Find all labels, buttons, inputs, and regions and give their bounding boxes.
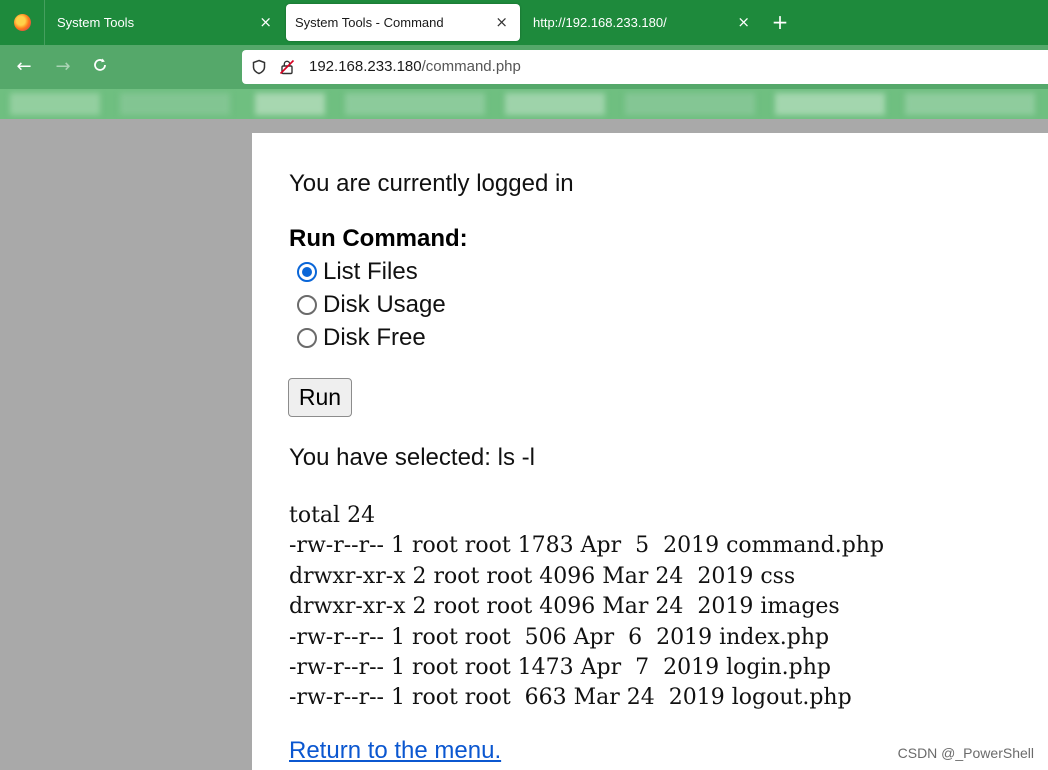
bookmarks-toolbar-blurred (0, 89, 1048, 119)
output-line: drwxr-xr-x 2 root root 4096 Mar 24 2019 … (289, 563, 796, 589)
radio-label: Disk Free (323, 324, 426, 351)
return-to-menu-link[interactable]: Return to the menu. (289, 737, 501, 765)
url-text[interactable]: 192.168.233.180/command.php (309, 58, 521, 75)
tab-system-tools-command[interactable]: System Tools - Command × (286, 4, 520, 41)
tab-label: System Tools (57, 15, 135, 30)
output-line: -rw-r--r-- 1 root root 663 Mar 24 2019 l… (289, 685, 852, 711)
forward-button[interactable]: → (52, 56, 74, 78)
radio-button[interactable] (297, 328, 317, 348)
command-output: total 24 -rw-r--r-- 1 root root 1783 Apr… (289, 501, 884, 714)
tab-label: http://192.168.233.180/ (533, 15, 667, 30)
url-host: 192.168.233.180 (309, 58, 422, 75)
tab-label: System Tools - Command (295, 15, 444, 30)
output-line: -rw-r--r-- 1 root root 506 Apr 6 2019 in… (289, 624, 830, 650)
tab-ip-root[interactable]: http://192.168.233.180/ × (520, 0, 762, 45)
address-bar[interactable]: 192.168.233.180/command.php (242, 50, 1048, 84)
back-button[interactable]: ← (13, 56, 35, 78)
output-line: total 24 (289, 503, 376, 528)
radio-button[interactable] (297, 295, 317, 315)
page-gap (0, 119, 1048, 133)
close-icon[interactable]: × (259, 13, 272, 31)
tab-strip: System Tools × System Tools - Command × … (0, 0, 1048, 45)
reload-icon (94, 58, 106, 71)
output-line: -rw-r--r-- 1 root root 1473 Apr 7 2019 l… (289, 655, 831, 681)
selected-command-text: You have selected: ls -l (289, 444, 535, 471)
radio-disk-usage[interactable]: Disk Usage (297, 289, 446, 321)
url-path: /command.php (421, 58, 521, 75)
radio-button-checked[interactable] (297, 262, 317, 282)
radio-label: List Files (323, 258, 418, 285)
close-icon[interactable]: × (737, 13, 750, 31)
run-button[interactable]: Run (288, 378, 352, 417)
navigation-bar: ← → 192.168.233.180/command.php (0, 45, 1048, 89)
firefox-menu-icon[interactable] (0, 0, 45, 45)
shield-icon[interactable] (251, 59, 267, 75)
insecure-lock-icon[interactable] (279, 59, 295, 75)
run-command-heading: Run Command: (289, 225, 468, 252)
close-icon[interactable]: × (495, 13, 508, 31)
watermark: CSDN @_PowerShell (897, 745, 1034, 761)
radio-disk-free[interactable]: Disk Free (297, 322, 426, 354)
output-line: drwxr-xr-x 2 root root 4096 Mar 24 2019 … (289, 594, 840, 620)
reload-button[interactable] (89, 56, 111, 78)
page-content: You are currently logged in Run Command:… (252, 133, 1048, 770)
tab-system-tools[interactable]: System Tools × (44, 0, 284, 45)
output-line: -rw-r--r-- 1 root root 1783 Apr 5 2019 c… (289, 533, 885, 559)
new-tab-button[interactable]: + (769, 11, 791, 33)
radio-list-files[interactable]: List Files (297, 256, 418, 288)
login-status-text: You are currently logged in (289, 170, 574, 197)
radio-label: Disk Usage (323, 291, 446, 318)
